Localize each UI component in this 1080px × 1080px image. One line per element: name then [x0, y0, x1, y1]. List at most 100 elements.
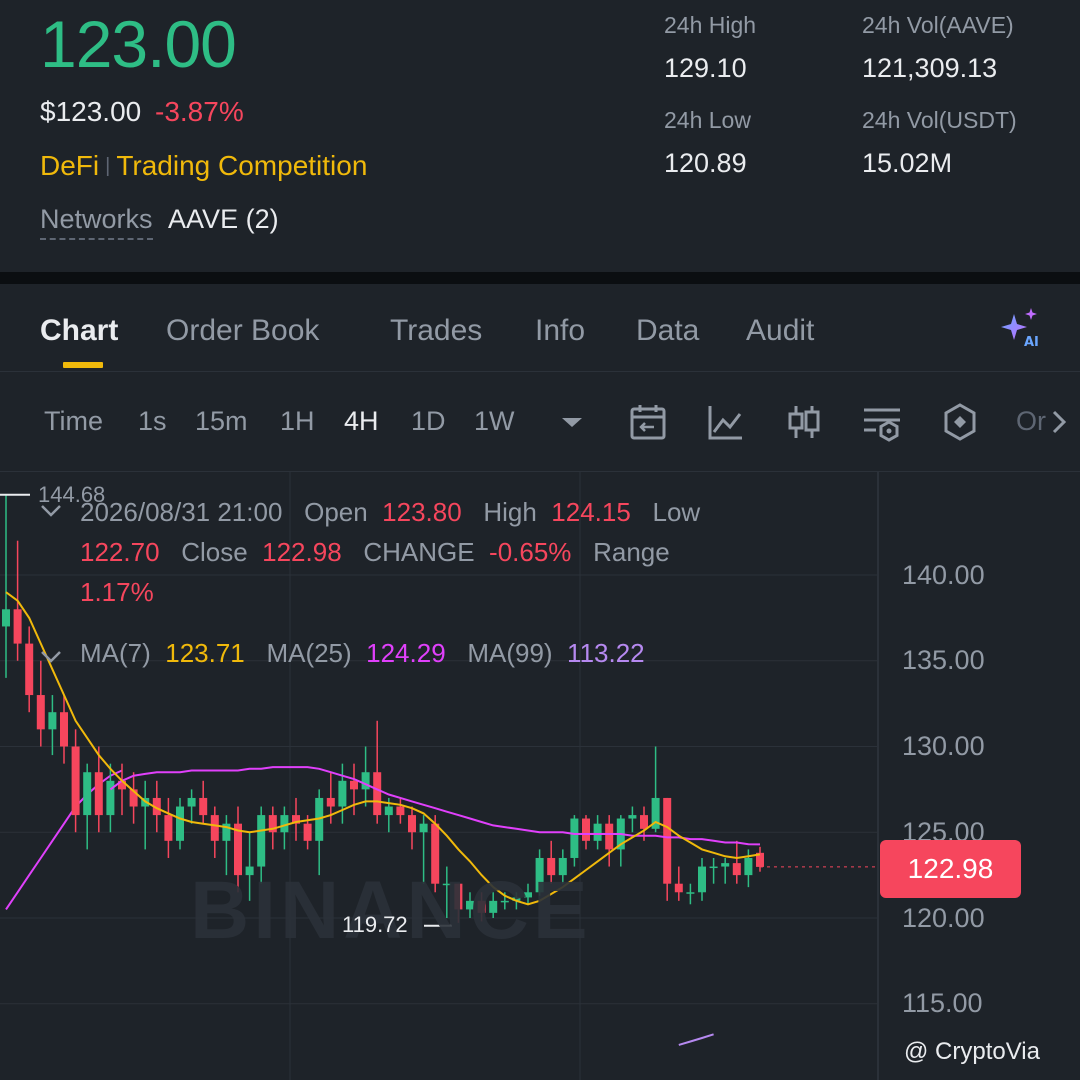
low-value: 122.70 — [80, 537, 160, 567]
candle-down — [199, 797, 208, 816]
y-axis-tick: 135.00 — [902, 645, 985, 675]
calendar-jump-icon[interactable] — [628, 402, 668, 442]
exchange-watermark: BINANCE — [190, 865, 592, 956]
high-value: 124.15 — [551, 497, 631, 527]
range-label: Range — [593, 537, 670, 567]
candle-down — [373, 772, 382, 816]
interval-4h[interactable]: 4H — [344, 406, 379, 437]
candle-up — [338, 780, 347, 807]
tab-audit[interactable]: Audit — [746, 314, 814, 348]
interval-1s[interactable]: 1s — [138, 406, 167, 437]
candle-up — [744, 857, 753, 876]
y-axis-tick: 115.00 — [902, 988, 983, 1018]
ohlc-collapse-chevron-icon[interactable] — [40, 504, 62, 518]
tag-defi[interactable]: DeFi — [40, 150, 99, 181]
candle-down — [94, 772, 103, 816]
candle-down — [210, 815, 219, 841]
change-value: -0.65% — [489, 537, 572, 567]
candle-up — [83, 772, 92, 816]
candle-down — [396, 806, 405, 816]
tab-chart[interactable]: Chart — [40, 314, 118, 348]
candle-up — [384, 806, 393, 816]
interval-1w[interactable]: 1W — [474, 406, 515, 437]
change-label: CHANGE — [363, 537, 475, 567]
tab-order-book[interactable]: Order Book — [166, 314, 319, 348]
interval-dropdown-caret-icon[interactable] — [552, 402, 592, 442]
tab-bar: Chart Order Book Trades Info Data Audit — [0, 284, 1080, 372]
moving-average-readout: MA(7) 123.71 MA(25) 124.29 MA(99) 113.22 — [80, 638, 645, 669]
high-label: High — [483, 497, 537, 527]
stat-value: 129.10 — [664, 53, 747, 83]
candlestick-chart[interactable]: BINANCE 144.68 119.72 2026/08/31 21:00 O… — [0, 472, 1080, 1080]
candle-up — [2, 609, 10, 627]
candle-down — [13, 609, 22, 644]
candle-up — [570, 818, 579, 858]
networks-label[interactable]: Networks — [40, 204, 153, 240]
ma25-label: MA(25) — [266, 638, 352, 668]
candle-down — [60, 712, 68, 747]
tab-info[interactable]: Info — [535, 314, 585, 348]
tag-separator: | — [105, 155, 111, 177]
stat-24h-low: 24h Low 120.89 — [664, 107, 751, 179]
ma99-line — [5, 769, 123, 910]
candle-down — [36, 695, 45, 730]
ai-sparkle-icon[interactable]: AI — [998, 306, 1042, 350]
tag-row: DeFi | Trading Competition — [40, 150, 367, 182]
candle-down — [674, 883, 683, 893]
ticker-header: 123.00 $123.00 -3.87% DeFi | Trading Compe… — [0, 0, 1080, 272]
candle-up — [257, 815, 266, 867]
stat-label: 24h Low — [664, 107, 751, 133]
toolbar-overflow-label[interactable]: Or — [1016, 406, 1046, 437]
open-label: Open — [304, 497, 368, 527]
tag-trading-competition[interactable]: Trading Competition — [116, 150, 367, 181]
chart-settings-icon[interactable] — [862, 402, 902, 442]
ma99-label: MA(99) — [467, 638, 553, 668]
time-label: Time — [44, 406, 103, 436]
stat-24h-vol-base: 24h Vol(AAVE) 121,309.13 — [862, 12, 1014, 84]
section-divider — [0, 272, 1080, 284]
depth-hexagon-icon[interactable] — [940, 402, 980, 442]
candle-up — [419, 823, 428, 833]
candle-up — [176, 806, 184, 841]
tab-trades[interactable]: Trades — [390, 314, 482, 348]
interval-1d[interactable]: 1D — [411, 406, 446, 437]
candle-down — [71, 746, 80, 816]
candle-up — [48, 712, 57, 730]
candle-down — [303, 823, 312, 841]
candle-up — [709, 866, 718, 869]
candle-down — [640, 815, 648, 829]
candle-up — [721, 863, 730, 867]
candle-up — [361, 772, 370, 790]
candle-up — [106, 780, 115, 816]
stat-24h-high: 24h High 129.10 — [664, 12, 756, 84]
stat-label: 24h Vol(AAVE) — [862, 12, 1014, 38]
candle-up — [686, 892, 695, 894]
candle-down — [164, 815, 173, 841]
ma99-line — [678, 1033, 714, 1046]
active-tab-indicator — [63, 362, 103, 368]
candle-style-icon[interactable] — [784, 402, 824, 442]
stat-value: 121,309.13 — [862, 53, 998, 83]
current-price-tag: 122.98 — [880, 840, 1021, 898]
interval-15m[interactable]: 15m — [195, 406, 248, 437]
y-axis-tick: 130.00 — [902, 731, 985, 761]
last-price: 123.00 — [40, 7, 237, 81]
y-axis-tick: 120.00 — [902, 903, 985, 933]
candle-down — [605, 823, 614, 850]
stat-value: 15.02M — [862, 148, 953, 178]
candle-down — [350, 780, 358, 790]
source-credit: @ CryptoVia — [904, 1038, 1040, 1065]
indicator-chart-icon[interactable] — [706, 402, 746, 442]
interval-1h[interactable]: 1H — [280, 406, 315, 437]
tab-data[interactable]: Data — [636, 314, 699, 348]
toolbar-scroll-right-icon[interactable] — [1046, 402, 1076, 442]
usd-price-row: $123.00 -3.87% — [40, 96, 244, 128]
ma7-label: MA(7) — [80, 638, 151, 668]
stat-label: 24h Vol(USDT) — [862, 107, 1017, 133]
stat-24h-vol-quote: 24h Vol(USDT) 15.02M — [862, 107, 1017, 179]
candle-down — [326, 797, 335, 807]
stat-label: 24h High — [664, 12, 757, 38]
candle-up — [628, 815, 637, 819]
svg-text:AI: AI — [1024, 335, 1039, 350]
ma-collapse-chevron-icon[interactable] — [40, 650, 62, 664]
